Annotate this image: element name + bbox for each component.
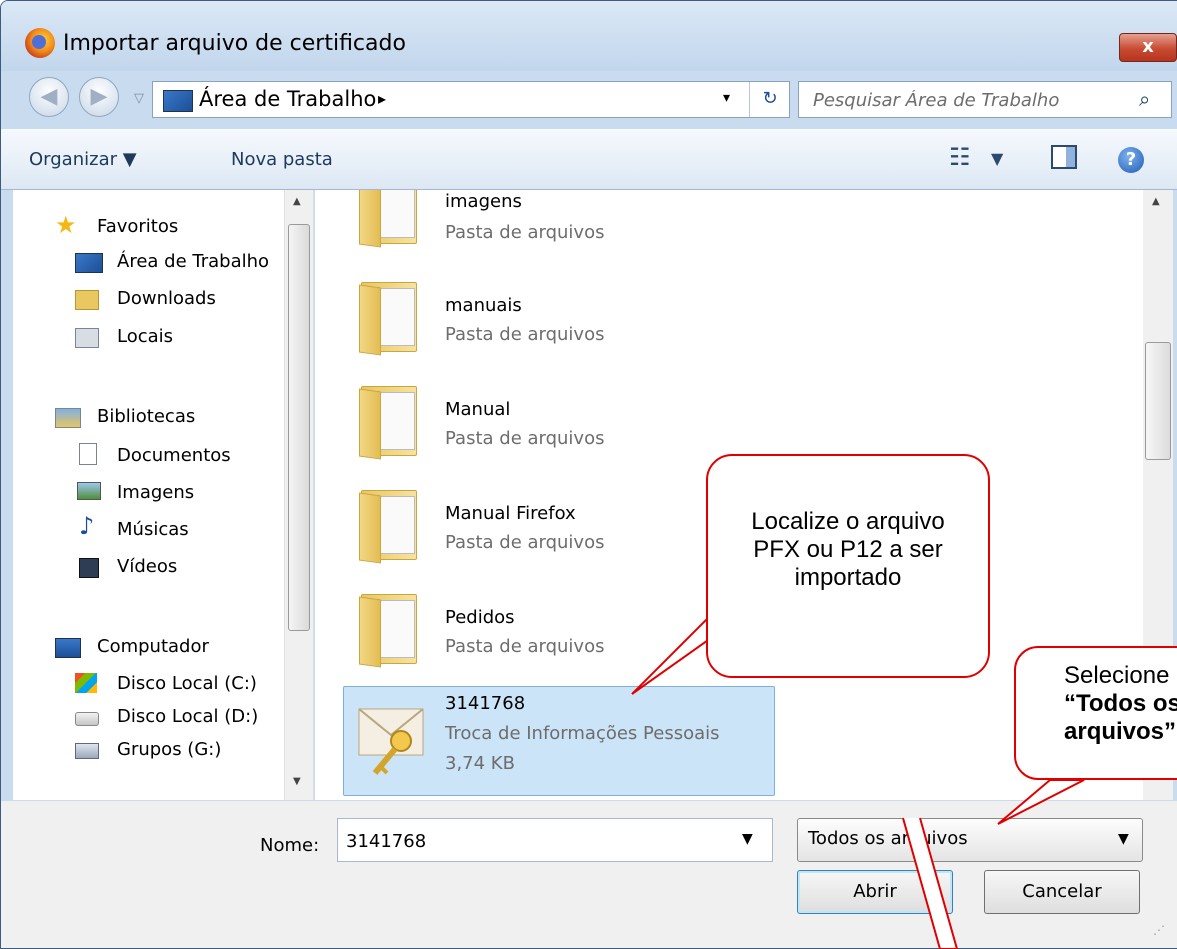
chevron-down-icon[interactable]: ▼ (1118, 831, 1129, 847)
file-open-dialog: Importar arquivo de certificado x ◀ ▶ ▽ … (0, 0, 1177, 949)
star-icon: ★ (55, 211, 77, 239)
address-location[interactable]: Área de Trabalho (199, 87, 376, 111)
folder-icon (357, 378, 423, 460)
item-type: Pasta de arquivos (445, 428, 605, 449)
folder-icon (357, 190, 423, 248)
address-dropdown-icon[interactable]: ▾ (723, 90, 730, 106)
filename-label: Nome: (260, 835, 320, 856)
nav-item-drive-d[interactable]: Disco Local (D:) (117, 706, 258, 727)
filename-input[interactable] (344, 827, 728, 855)
open-button[interactable]: Abrir (797, 870, 953, 914)
nav-item-drive-c[interactable]: Disco Local (C:) (117, 673, 257, 694)
close-button[interactable]: x (1119, 33, 1177, 62)
item-size: 3,74 KB (445, 753, 515, 774)
dialog-footer: Nome: ▼ Todos os arquivos ▼ Abrir Cancel… (1, 801, 1177, 948)
nav-pane-scroll-thumb[interactable] (288, 224, 310, 631)
view-dropdown-icon[interactable]: ▼ (991, 149, 1003, 168)
downloads-icon (75, 290, 99, 310)
address-bar[interactable]: Área de Trabalho ▸ ▾ ↻ (152, 81, 790, 118)
nav-item-videos[interactable]: Vídeos (117, 556, 177, 577)
item-name[interactable]: manuais (445, 295, 522, 316)
item-type: Pasta de arquivos (445, 222, 605, 243)
nav-favorites[interactable]: Favoritos (97, 216, 178, 237)
view-options-icon[interactable]: ☷ (949, 143, 971, 171)
chevron-down-icon[interactable]: ▼ (742, 831, 753, 847)
item-type: Pasta de arquivos (445, 532, 605, 553)
breadcrumb-separator-icon[interactable]: ▸ (378, 89, 386, 108)
locate-file-callout: Localize o arquivo PFX ou P12 a ser impo… (706, 454, 990, 678)
folder-icon (357, 274, 423, 356)
item-name[interactable]: Pedidos (445, 607, 515, 628)
desktop-icon (75, 253, 103, 273)
nav-item-recent[interactable]: Locais (117, 326, 173, 347)
nav-item-documents[interactable]: Documentos (117, 445, 231, 466)
drive-c-icon (75, 673, 97, 693)
refresh-icon[interactable]: ↻ (749, 82, 790, 117)
videos-icon (79, 558, 99, 578)
nav-libraries[interactable]: Bibliotecas (97, 406, 195, 427)
libraries-icon (55, 408, 81, 428)
search-icon[interactable]: ⌕ (1139, 87, 1150, 111)
recent-places-icon (75, 328, 99, 348)
folder-icon (357, 482, 423, 564)
new-folder-button[interactable]: Nova pasta (231, 149, 333, 170)
drive-d-icon (75, 712, 99, 726)
certificate-file-icon (358, 708, 424, 775)
file-list-scroll-thumb[interactable] (1145, 342, 1171, 460)
item-type: Pasta de arquivos (445, 636, 605, 657)
navigation-pane: ★ Favoritos Área de Trabalho Downloads L… (13, 190, 314, 800)
help-icon[interactable]: ? (1118, 147, 1144, 173)
filename-field[interactable]: ▼ (337, 818, 773, 862)
scroll-down-icon[interactable]: ▼ (293, 776, 301, 787)
resize-grip-icon[interactable]: ⋰ (1153, 923, 1165, 937)
item-name[interactable]: Manual Firefox (445, 503, 576, 524)
callout-select-prefix: Selecione (1064, 662, 1170, 689)
pictures-icon (77, 482, 101, 500)
callout-select-bold: “Todos os arquivos” (1064, 690, 1177, 745)
select-all-files-callout: Selecione “Todos os arquivos” (1014, 646, 1177, 780)
organize-button[interactable]: Organizar ▼ (29, 149, 137, 170)
history-dropdown-icon[interactable]: ▽ (134, 91, 144, 106)
scroll-up-icon[interactable]: ▲ (293, 196, 301, 207)
nav-item-desktop[interactable]: Área de Trabalho (117, 251, 269, 272)
nav-pane-scrollbar[interactable]: ▲ ▼ (284, 190, 313, 800)
filetype-value[interactable]: Todos os arquivos (808, 828, 968, 849)
filetype-select[interactable]: Todos os arquivos ▼ (797, 818, 1143, 862)
nav-computer[interactable]: Computador (97, 636, 209, 657)
window-title: Importar arquivo de certificado (63, 31, 406, 56)
item-type: Pasta de arquivos (445, 324, 605, 345)
title-bar: Importar arquivo de certificado x (1, 1, 1177, 71)
forward-button[interactable]: ▶ (79, 77, 119, 117)
scroll-up-icon[interactable]: ▲ (1152, 196, 1160, 207)
nav-item-drive-g[interactable]: Grupos (G:) (117, 739, 221, 760)
command-bar: Organizar ▼ Nova pasta ☷ ▼ ? (1, 129, 1177, 190)
music-icon: ♪ (79, 512, 95, 540)
item-type: Troca de Informações Pessoais (445, 723, 720, 744)
search-box[interactable]: ⌕ (798, 81, 1172, 118)
item-name[interactable]: Manual (445, 399, 510, 420)
nav-item-music[interactable]: Músicas (117, 519, 189, 540)
documents-icon (79, 443, 97, 465)
item-name[interactable]: imagens (445, 191, 522, 212)
navigation-bar: ◀ ▶ ▽ Área de Trabalho ▸ ▾ ↻ ⌕ (1, 71, 1177, 127)
back-button[interactable]: ◀ (29, 77, 69, 117)
search-input[interactable] (811, 86, 1125, 114)
cancel-button[interactable]: Cancelar (984, 870, 1140, 914)
item-name[interactable]: 3141768 (445, 693, 525, 714)
preview-pane-icon[interactable] (1051, 145, 1077, 169)
computer-icon (55, 638, 81, 658)
folder-icon (357, 586, 423, 668)
firefox-icon (25, 28, 55, 58)
desktop-icon (163, 90, 193, 112)
network-drive-icon (75, 743, 99, 759)
nav-item-pictures[interactable]: Imagens (117, 482, 194, 503)
nav-item-downloads[interactable]: Downloads (117, 288, 216, 309)
